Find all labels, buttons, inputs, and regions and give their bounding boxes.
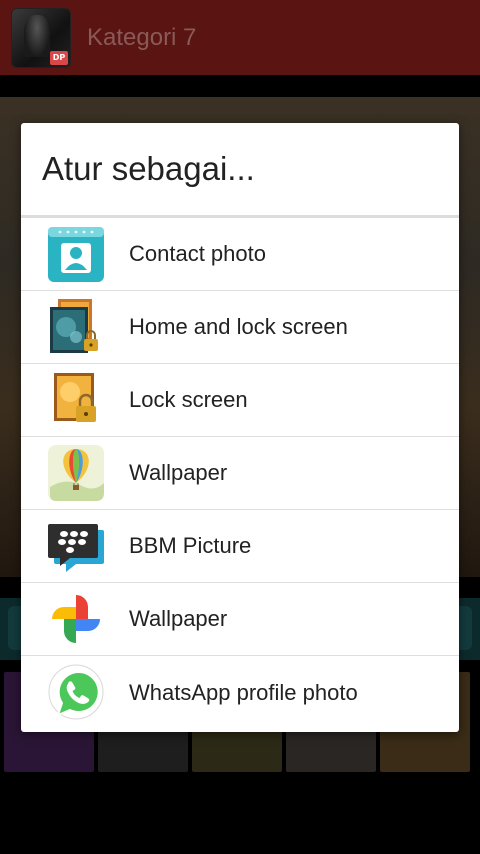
set-as-dialog: Atur sebagai... Contact photo Home and l… — [21, 123, 459, 732]
option-label: Home and lock screen — [129, 314, 348, 339]
google-photos-icon — [46, 589, 106, 649]
option-label: Contact photo — [129, 241, 266, 266]
option-lock-screen[interactable]: Lock screen — [21, 364, 459, 437]
app-logo[interactable]: DP — [11, 7, 71, 68]
app-logo-figure — [24, 14, 50, 57]
lock-screen-icon — [46, 370, 106, 430]
whatsapp-icon — [46, 663, 106, 723]
option-home-and-lock-screen[interactable]: Home and lock screen — [21, 291, 459, 364]
screen: DP Kategori 7 Atur sebagai... Contact ph… — [0, 0, 480, 854]
option-whatsapp-profile-photo[interactable]: WhatsApp profile photo — [21, 656, 459, 729]
option-bbm-picture[interactable]: BBM Picture — [21, 510, 459, 583]
option-label: Lock screen — [129, 387, 248, 412]
app-logo-badge: DP — [50, 50, 68, 65]
option-list: Contact photo Home and lock screen Lock … — [21, 218, 459, 729]
app-bar: DP Kategori 7 — [0, 0, 480, 75]
option-label: Wallpaper — [129, 606, 228, 631]
contact-photo-icon — [46, 224, 106, 284]
option-label: Wallpaper — [129, 460, 228, 485]
app-title: Kategori 7 — [87, 23, 197, 51]
wallpaper-balloon-icon — [46, 443, 106, 503]
bbm-icon — [46, 516, 106, 576]
option-label: WhatsApp profile photo — [129, 679, 358, 705]
dialog-title: Atur sebagai... — [42, 150, 255, 187]
option-wallpaper-photos[interactable]: Wallpaper — [21, 583, 459, 656]
option-contact-photo[interactable]: Contact photo — [21, 218, 459, 291]
option-label: BBM Picture — [129, 533, 252, 558]
home-lock-screen-icon — [46, 297, 106, 357]
option-wallpaper-balloon[interactable]: Wallpaper — [21, 437, 459, 510]
